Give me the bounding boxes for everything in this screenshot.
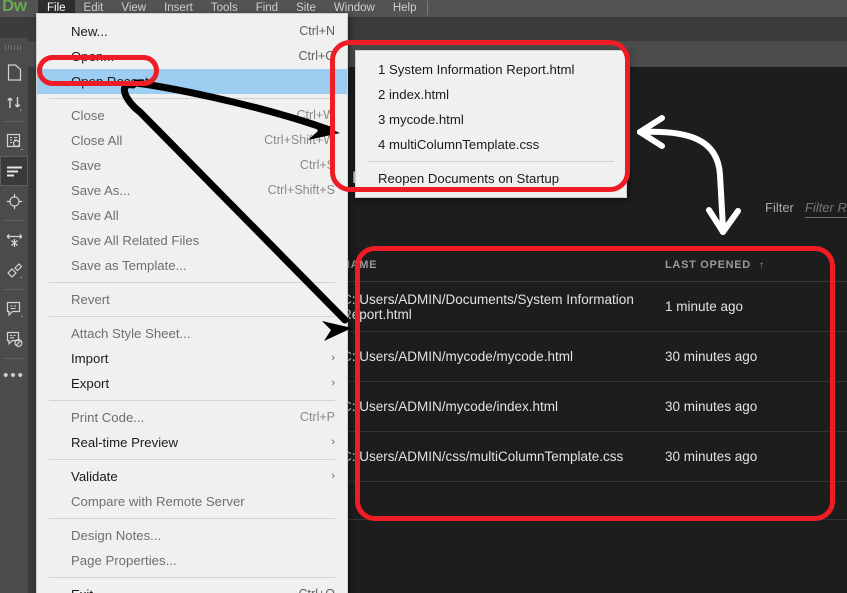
menu-item-label: Revert (71, 292, 110, 307)
chevron-right-icon: › (331, 377, 335, 389)
rail-icon-list: ••• (0, 57, 28, 384)
file-menu-item-save-all-related-files[interactable]: Save All Related Files (37, 228, 347, 253)
dreamweaver-window: Recent Filter NAME LAST OPENED↑ C:/Users… (0, 0, 847, 593)
menu-item-label: Save All Related Files (71, 233, 200, 248)
menu-item-label: Close All (71, 133, 123, 148)
chevron-right-icon: › (331, 352, 335, 364)
file-menu-item-attach-style-sheet[interactable]: Attach Style Sheet... (37, 321, 347, 346)
menu-item-label: Save As... (71, 183, 131, 198)
file-menu-dropdown: New... Ctrl+N Open... Ctrl+O Open Recent › Clo… (36, 13, 348, 593)
menu-item-label: Compare with Remote Server (71, 494, 245, 509)
file-menu-item-compare-with-remote-server[interactable]: Compare with Remote Server (37, 489, 347, 514)
rail-more-icon[interactable]: ••• (0, 367, 28, 384)
filter-label: Filter (765, 200, 794, 215)
menu-separator (49, 459, 335, 460)
menu-item-label: New... (71, 24, 108, 39)
rail-header (0, 17, 28, 38)
rail-divider (4, 220, 24, 221)
chevron-right-icon: › (331, 436, 335, 448)
menu-item-label: Design Notes... (71, 528, 162, 543)
file-menu-item-page-properties[interactable]: Page Properties... (37, 548, 347, 573)
tool-rail: ••• (0, 17, 28, 593)
menu-item-shortcut: Ctrl+Shift+S (267, 183, 335, 197)
file-menu-item-close-all[interactable]: Close All Ctrl+Shift+W (37, 128, 347, 153)
menu-item-label: Import (71, 351, 109, 366)
scrubber-icon[interactable] (0, 225, 28, 255)
code-snippet-icon[interactable] (0, 255, 28, 285)
menu-separator (49, 282, 335, 283)
menu-bar-divider (427, 1, 428, 15)
file-menu-item-validate[interactable]: Validate › (37, 464, 347, 489)
menu-separator (49, 400, 335, 401)
menu-item-label: Page Properties... (71, 553, 177, 568)
comment-icon[interactable] (0, 294, 28, 324)
menu-item-label: Export (71, 376, 110, 391)
file-menu-item-revert[interactable]: Revert (37, 287, 347, 312)
menu-item-label: Save (71, 158, 102, 173)
menu-bar-item-help[interactable]: Help (384, 0, 426, 17)
file-menu-item-save[interactable]: Save Ctrl+S (37, 153, 347, 178)
menu-item-label: Validate (71, 469, 118, 484)
menu-item-label: Exit (71, 582, 299, 593)
menu-item-label: Close (71, 108, 105, 123)
menu-item-shortcut: Ctrl+P (299, 410, 335, 424)
menu-item-label: Save All (71, 208, 119, 223)
menu-item-shortcut: Ctrl+Q (299, 582, 335, 593)
menu-item-shortcut: Ctrl+N (299, 24, 335, 38)
open-recent-highlight-box (37, 55, 159, 86)
menu-item-shortcut: Ctrl+Shift+W (264, 133, 335, 147)
menu-separator (49, 98, 335, 99)
recent-files-table-box (355, 246, 835, 521)
file-transfer-icon[interactable] (0, 87, 28, 117)
menu-separator (49, 518, 335, 519)
menu-item-label: Print Code... (71, 410, 145, 425)
menu-item-label: Attach Style Sheet... (71, 326, 191, 341)
rail-divider (4, 121, 24, 122)
filter-input[interactable] (805, 198, 847, 218)
file-menu-item-design-notes[interactable]: Design Notes... (37, 523, 347, 548)
file-menu-item-save-as[interactable]: Save As... Ctrl+Shift+S (37, 178, 347, 203)
file-menu-item-new[interactable]: New... Ctrl+N (37, 19, 347, 44)
file-menu-item-save-as-template[interactable]: Save as Template... (37, 253, 347, 278)
file-menu-item-import[interactable]: Import › (37, 346, 347, 371)
recent-submenu-box (330, 40, 630, 192)
file-menu-item-close[interactable]: Close Ctrl+W (37, 103, 347, 128)
app-logo: Dw (2, 0, 27, 15)
menu-item-label: Save as Template... (71, 258, 187, 273)
chevron-right-icon: › (331, 470, 335, 482)
rail-divider (4, 289, 24, 290)
file-menu-item-export[interactable]: Export › (37, 371, 347, 396)
rail-drag-handle[interactable] (5, 45, 23, 50)
new-file-icon[interactable] (0, 57, 28, 87)
file-menu-item-save-all[interactable]: Save All (37, 203, 347, 228)
menu-separator (49, 577, 335, 578)
file-menu-item-real-time-preview[interactable]: Real-time Preview › (37, 430, 347, 455)
menu-item-label: Real-time Preview (71, 435, 178, 450)
file-menu-item-print-code[interactable]: Print Code... Ctrl+P (37, 405, 347, 430)
css-designer-icon[interactable] (0, 156, 28, 186)
menu-separator (49, 316, 335, 317)
targeting-icon[interactable] (0, 186, 28, 216)
file-menu-item-exit[interactable]: ExitCtrl+Q (37, 582, 347, 593)
rail-divider (4, 358, 24, 359)
dom-inspector-icon[interactable] (0, 126, 28, 156)
remove-comment-icon[interactable] (0, 324, 28, 354)
